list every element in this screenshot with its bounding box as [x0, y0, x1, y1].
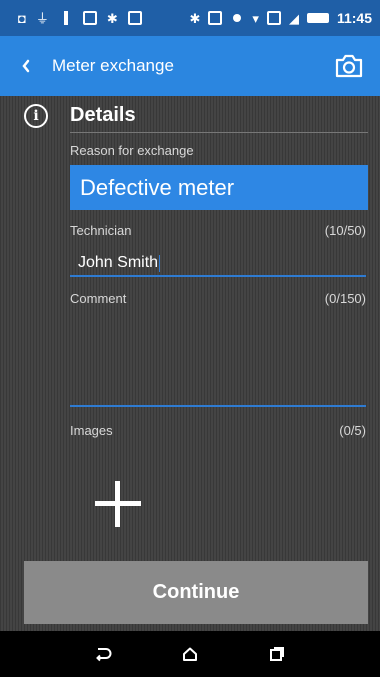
bluetooth-icon: ✱ — [189, 10, 201, 26]
section-title: Details — [70, 104, 136, 126]
wifi-icon: ▾ — [252, 10, 259, 26]
nav-back-button[interactable] — [83, 634, 123, 674]
images-counter: (0/5) — [339, 423, 366, 438]
comment-label: Comment — [70, 291, 127, 306]
technician-counter: (10/50) — [324, 223, 366, 238]
technician-input[interactable]: John Smith — [70, 251, 366, 277]
comment-counter: (0/150) — [324, 291, 366, 306]
nav-home-button[interactable] — [170, 634, 210, 674]
status-right-icons: ✱ ▾ ◢ 11:45 — [190, 10, 372, 26]
data-icon — [230, 11, 244, 25]
info-icon: i — [24, 104, 48, 128]
info-icon — [59, 11, 73, 25]
usb-icon: ⏚ — [35, 10, 49, 26]
back-arrow-icon — [22, 59, 30, 73]
section-divider — [70, 132, 368, 133]
technician-value: John Smith — [78, 254, 159, 271]
back-icon — [96, 648, 112, 662]
recents-icon — [269, 647, 284, 661]
cast-icon: ◘ — [18, 10, 26, 26]
status-left-icons: ◘ ⏚ ✱ — [18, 11, 142, 25]
add-image-button[interactable] — [95, 481, 141, 527]
technician-label: Technician — [70, 223, 132, 238]
signal-icon: ◢ — [288, 10, 299, 26]
reason-select[interactable]: Defective meter — [70, 165, 368, 210]
status-bar: ◘ ⏚ ✱ ✱ ▾ ◢ 11:45 — [0, 0, 380, 36]
nfc-icon — [208, 11, 223, 25]
text-cursor — [159, 254, 161, 272]
battery-icon — [306, 13, 329, 23]
bluetooth-icon: ✱ — [106, 10, 118, 26]
images-label: Images — [70, 423, 113, 438]
reason-label: Reason for exchange — [70, 143, 194, 158]
screenshot-icon — [82, 11, 97, 25]
system-nav-bar — [0, 631, 380, 677]
home-icon — [182, 647, 197, 661]
camera-icon — [335, 54, 363, 78]
nav-recents-button[interactable] — [257, 634, 297, 674]
continue-button[interactable]: Continue — [24, 561, 368, 624]
details-content: i Details Reason for exchange Defective … — [0, 96, 380, 631]
comment-input[interactable] — [70, 321, 366, 407]
camera-button[interactable] — [332, 49, 366, 83]
status-time: 11:45 — [336, 10, 372, 26]
back-button[interactable] — [0, 36, 52, 96]
page-title: Meter exchange — [52, 56, 174, 75]
gallery-icon — [127, 11, 142, 25]
storage-icon — [266, 11, 281, 25]
app-bar: Meter exchange — [0, 36, 380, 96]
